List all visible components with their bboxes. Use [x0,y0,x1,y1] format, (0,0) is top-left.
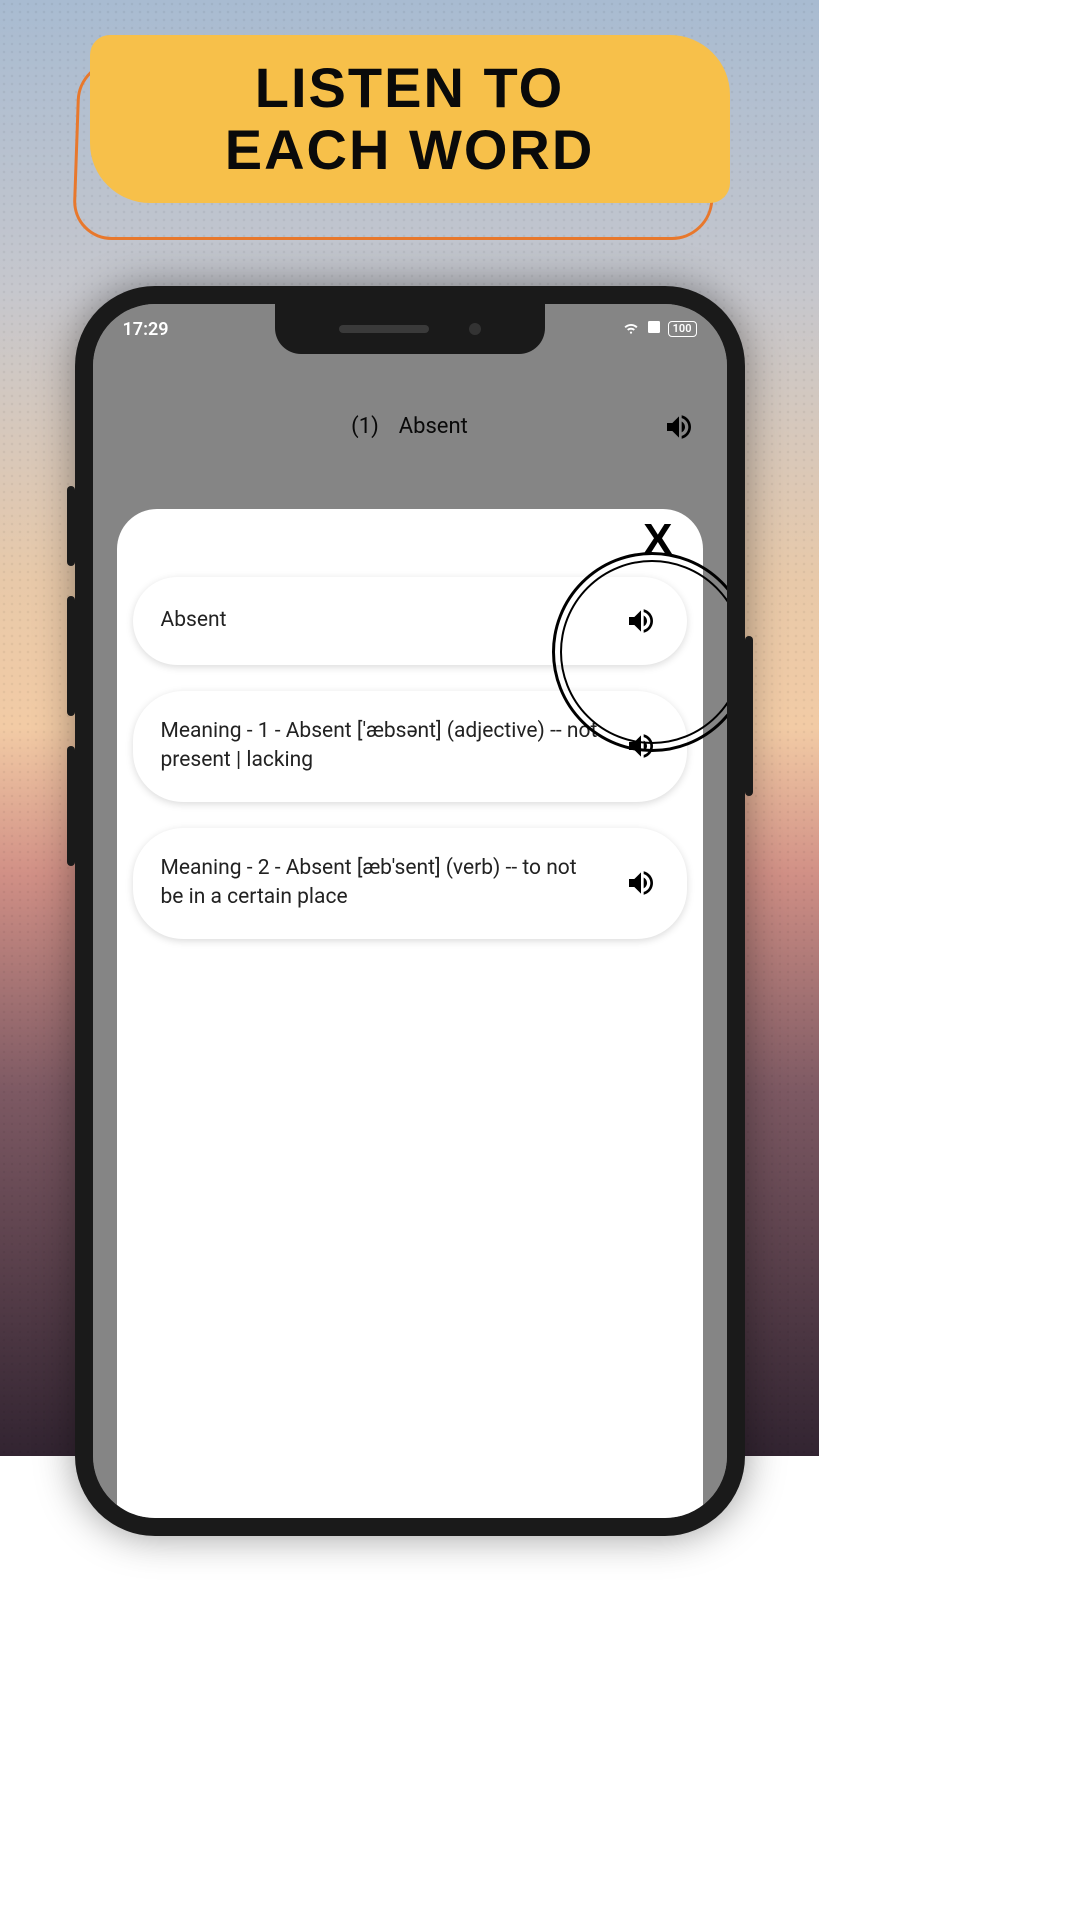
close-button[interactable]: X [643,515,672,565]
status-time: 17:29 [123,319,169,340]
banner-title: LISTEN TO EACH WORD [225,57,595,180]
word-detail-modal: X Absent Meaning - 1 - Absent ['æbsənt] … [117,509,703,1518]
phone-frame: 17:29 100 (1) Absent X [75,286,745,1536]
meaning-card: Meaning - 2 - Absent [æb'sent] (verb) --… [133,828,687,939]
speaker-icon[interactable] [623,865,659,901]
speaker-icon[interactable] [623,728,659,764]
notch-camera [469,323,481,335]
banner-line2: EACH WORD [225,118,595,181]
banner-line1: LISTEN TO [255,56,564,119]
battery-indicator: 100 [668,321,697,337]
phone-side-button [67,746,75,866]
status-right: 100 [622,318,697,341]
phone-notch [275,304,545,354]
word-card: Absent [133,577,687,665]
meaning-text-1: Meaning - 1 - Absent ['æbsənt] (adjectiv… [161,717,603,776]
phone-side-button [67,596,75,716]
phone-side-button [745,636,753,796]
phone-side-button [67,486,75,566]
card-word-text: Absent [161,606,603,635]
meaning-card: Meaning - 1 - Absent ['æbsənt] (adjectiv… [133,691,687,802]
promo-banner: LISTEN TO EACH WORD [90,35,730,230]
signal-icon [646,319,662,340]
speaker-icon[interactable] [623,603,659,639]
banner-fill: LISTEN TO EACH WORD [90,35,730,203]
notch-speaker [339,325,429,333]
phone-screen: 17:29 100 (1) Absent X [93,304,727,1518]
meaning-text-2: Meaning - 2 - Absent [æb'sent] (verb) --… [161,854,603,913]
wifi-icon [622,318,640,341]
